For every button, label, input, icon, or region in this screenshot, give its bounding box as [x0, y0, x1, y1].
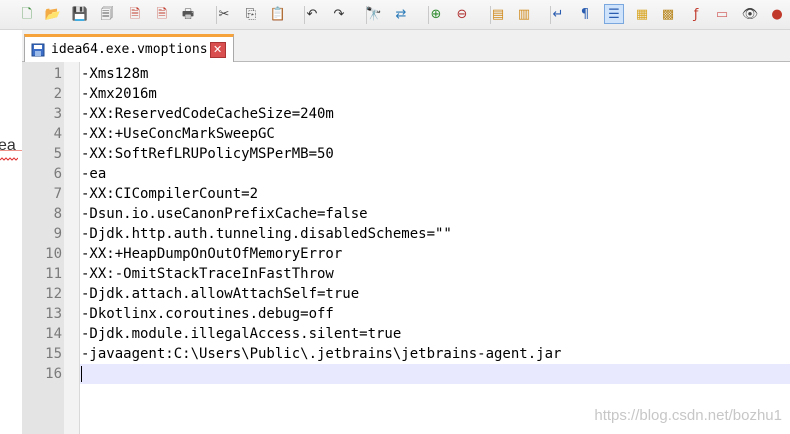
indent-guide-icon[interactable]: ☰ — [604, 4, 624, 24]
save-all-icon[interactable]: 🗐 — [97, 4, 117, 24]
tab-idea64-vmoptions[interactable]: idea64.exe.vmoptions ✕ — [24, 34, 234, 62]
line-text: -Djdk.http.auth.tunneling.disabledScheme… — [81, 226, 452, 242]
line-number: 9 — [53, 226, 62, 242]
line-text: -Xms128m — [81, 66, 149, 82]
redo-icon[interactable]: ↷ — [329, 4, 349, 24]
zoom-in-icon[interactable]: ⊕ — [426, 4, 446, 24]
tab-title: idea64.exe.vmoptions — [51, 42, 208, 57]
editor-line[interactable]: 3 -XX:ReservedCodeCacheSize=240m — [22, 104, 790, 124]
editor-line[interactable]: 12 -Djdk.attach.allowAttachSelf=true — [22, 284, 790, 304]
open-file-icon[interactable]: 📂 — [43, 4, 63, 24]
editor-line[interactable]: 6 -ea — [22, 164, 790, 184]
line-text: -Djdk.module.illegalAccess.silent=true — [81, 326, 402, 342]
new-file-icon[interactable]: 🗋 — [17, 4, 37, 24]
replace-icon[interactable]: ⇄ — [391, 4, 411, 24]
line-number: 1 — [53, 66, 62, 82]
text-editor[interactable]: 1 -Xms128m 2 -Xmx2016m 3 -XX:ReservedCodeCach… — [22, 62, 790, 434]
spellcheck-squiggle — [0, 157, 18, 161]
doc-map-icon[interactable]: ▩ — [658, 4, 678, 24]
line-number: 4 — [53, 126, 62, 142]
editor-line[interactable]: 13 -Dkotlinx.coroutines.debug=off — [22, 304, 790, 324]
toolbar: 🗋 📂 💾 🗐 🗎 🗎 🖶 ✂ ⎘ 📋 ↶ ↷ 🔭 ⇄ ⊕ ⊖ ▤ ▥ ↵ ¶ ☰ ▦ ▩ ƒ ▭ 👁 ● — [0, 0, 790, 30]
close-all-icon[interactable]: 🗎 — [152, 4, 172, 24]
folder-workspace-icon[interactable]: ▭ — [712, 4, 732, 24]
line-number: 14 — [45, 326, 62, 342]
tab-bar: idea64.exe.vmoptions ✕ — [22, 30, 790, 62]
close-file-icon[interactable]: 🗎 — [125, 4, 145, 24]
cut-icon[interactable]: ✂ — [214, 4, 234, 24]
copy-icon[interactable]: ⎘ — [241, 4, 261, 24]
line-text: -ea — [81, 166, 107, 182]
line-number: 15 — [45, 346, 62, 362]
line-text: -Dkotlinx.coroutines.debug=off — [81, 306, 334, 322]
editor-line[interactable]: 9 -Djdk.http.auth.tunneling.disabledSchem… — [22, 224, 790, 244]
sync-horizontal-icon[interactable]: ▥ — [514, 4, 534, 24]
zoom-out-icon[interactable]: ⊖ — [452, 4, 472, 24]
watermark: https://blog.csdn.net/bozhu1 — [594, 407, 782, 424]
undo-icon[interactable]: ↶ — [302, 4, 322, 24]
line-number: 3 — [53, 106, 62, 122]
editor-line[interactable]: 15 -javaagent:C:\Users\Public\.jetbrains\… — [22, 344, 790, 364]
background-window-text: ea — [0, 137, 16, 154]
line-number: 11 — [45, 266, 62, 282]
save-icon[interactable]: 💾 — [70, 4, 90, 24]
print-icon[interactable]: 🖶 — [178, 4, 198, 24]
line-number: 7 — [53, 186, 62, 202]
line-text: -Dsun.io.useCanonPrefixCache=false — [81, 206, 368, 222]
line-number: 16 — [45, 366, 62, 382]
word-wrap-icon[interactable]: ↵ — [548, 4, 568, 24]
find-icon[interactable]: 🔭 — [364, 4, 384, 24]
line-text: -XX:+UseConcMarkSweepGC — [81, 126, 275, 142]
line-text: -javaagent:C:\Users\Public\.jetbrains\je… — [81, 346, 562, 362]
line-text: -Djdk.attach.allowAttachSelf=true — [81, 286, 360, 302]
editor-line[interactable]: 16 — [22, 364, 790, 384]
paste-icon[interactable]: 📋 — [268, 4, 288, 24]
line-number: 2 — [53, 86, 62, 102]
editor-line[interactable]: 2 -Xmx2016m — [22, 84, 790, 104]
editor-line[interactable]: 8 -Dsun.io.useCanonPrefixCache=false — [22, 204, 790, 224]
monitoring-icon[interactable]: 👁 — [740, 4, 760, 24]
text-caret — [81, 366, 82, 382]
line-number: 5 — [53, 146, 62, 162]
line-text: -XX:+HeapDumpOnOutOfMemoryError — [81, 246, 343, 262]
line-text: -XX:ReservedCodeCacheSize=240m — [81, 106, 334, 122]
function-list-icon[interactable]: ƒ — [686, 4, 706, 24]
line-text: -XX:CICompilerCount=2 — [81, 186, 259, 202]
editor-line[interactable]: 14 -Djdk.module.illegalAccess.silent=true — [22, 324, 790, 344]
save-status-icon — [31, 43, 45, 57]
editor-line[interactable]: 7 -XX:CICompilerCount=2 — [22, 184, 790, 204]
editor-line[interactable]: 4 -XX:+UseConcMarkSweepGC — [22, 124, 790, 144]
background-window-sliver: ea — [0, 30, 22, 434]
current-line-highlight — [80, 364, 790, 384]
user-language-icon[interactable]: ▦ — [632, 4, 652, 24]
sync-vertical-icon[interactable]: ▤ — [488, 4, 508, 24]
close-tab-icon[interactable]: ✕ — [209, 41, 226, 58]
editor-line[interactable]: 1 -Xms128m — [22, 64, 790, 84]
line-text: -Xmx2016m — [81, 86, 157, 102]
editor-line[interactable]: 11 -XX:-OmitStackTraceInFastThrow — [22, 264, 790, 284]
line-number: 13 — [45, 306, 62, 322]
line-number: 8 — [53, 206, 62, 222]
line-number: 10 — [45, 246, 62, 262]
line-number: 6 — [53, 166, 62, 182]
line-number: 12 — [45, 286, 62, 302]
line-text: -XX:SoftRefLRUPolicyMSPerMB=50 — [81, 146, 334, 162]
show-all-characters-icon[interactable]: ¶ — [575, 4, 595, 24]
editor-line[interactable]: 5 -XX:SoftRefLRUPolicyMSPerMB=50 — [22, 144, 790, 164]
editor-line[interactable]: 10 -XX:+HeapDumpOnOutOfMemoryError — [22, 244, 790, 264]
line-text: -XX:-OmitStackTraceInFastThrow — [81, 266, 334, 282]
record-macro-icon[interactable]: ● — [767, 4, 787, 24]
